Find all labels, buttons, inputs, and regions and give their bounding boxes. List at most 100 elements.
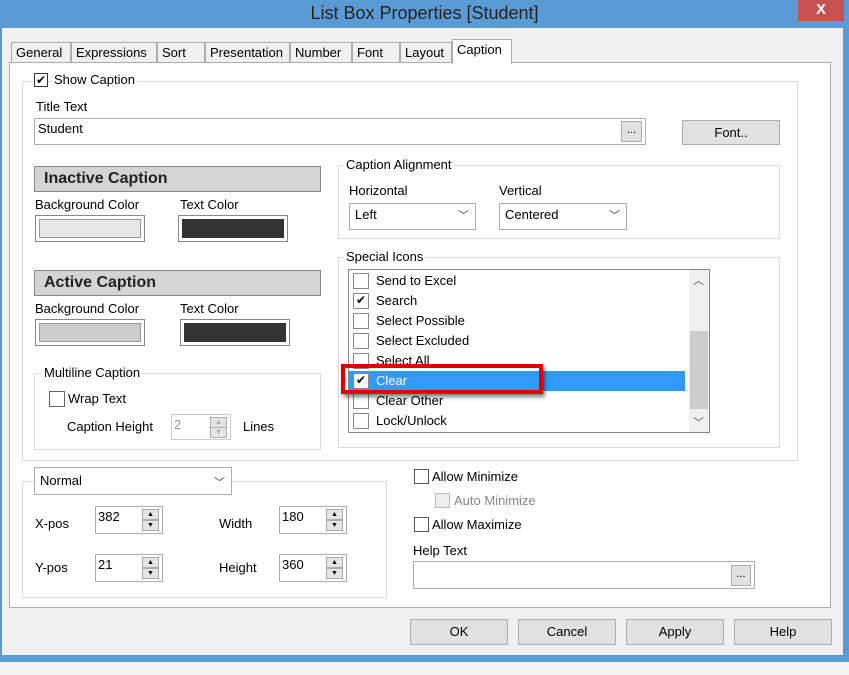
vertical-select[interactable]: Centered ﹀ [499,203,627,230]
caption-alignment-legend: Caption Alignment [344,157,454,172]
tab-general[interactable]: General [11,42,71,63]
active-text-color-button[interactable] [180,319,290,346]
tab-presentation[interactable]: Presentation [205,42,290,63]
xpos-label: X-pos [35,516,69,531]
wrap-text-label: Wrap Text [68,391,127,406]
scroll-down-icon[interactable]: ﹀ [693,414,704,430]
list-item[interactable]: Lock/Unlock [349,411,685,431]
auto-minimize-label: Auto Minimize [454,493,536,508]
spin-up-icon[interactable]: ▲ [326,557,343,568]
caption-height-value: 2 [174,417,182,432]
scrollbar[interactable]: ︿ ﹀ [689,270,709,432]
item-label: Search [376,293,418,308]
tab-layout[interactable]: Layout [400,42,452,63]
tab-number[interactable]: Number [290,42,352,63]
scroll-up-icon[interactable]: ︿ [693,272,704,288]
caption-tab-panel: ✔ Show Caption Title Text Student ... Fo… [9,62,831,608]
checkbox[interactable]: ✔ [353,293,369,309]
checkbox[interactable] [353,313,369,329]
height-label: Height [219,560,257,575]
xpos-spinner[interactable]: 382 ▲ ▼ [95,506,163,534]
position-mode-select[interactable]: Normal ﹀ [34,467,232,495]
tab-font[interactable]: Font [352,42,400,63]
inactive-text-color-button[interactable] [178,215,288,242]
width-label: Width [219,516,253,531]
checkbox[interactable] [353,333,369,349]
chevron-down-icon: ﹀ [609,210,620,222]
special-icons-list[interactable]: Send to Excel ✔ Search Select Possible Se… [348,269,710,433]
checkbox[interactable] [353,273,369,289]
checkbox[interactable] [353,393,369,409]
list-item[interactable]: Select Possible [349,311,685,331]
highlight-annotation [341,364,543,394]
list-item[interactable]: Clear Other [349,391,685,411]
spin-down-icon[interactable]: ▼ [142,568,159,579]
list-item[interactable]: Select Excluded [349,331,685,351]
allow-minimize-label: Allow Minimize [432,469,518,484]
caption-height-label: Caption Height [67,419,153,434]
title-ellipsis-button[interactable]: ... [621,121,642,142]
scrollbar-thumb[interactable] [690,331,708,409]
allow-maximize-label: Allow Maximize [432,517,522,532]
title-text-label: Title Text [36,99,88,114]
allow-minimize-checkbox[interactable] [414,469,429,484]
ypos-spinner[interactable]: 21 ▲ ▼ [95,554,163,582]
list-item[interactable]: Send to Excel [349,271,685,291]
spin-up-icon[interactable]: ▲ [326,509,343,520]
chevron-down-icon: ﹀ [214,477,225,489]
spin-down-icon[interactable]: ▼ [210,427,227,438]
help-text-label: Help Text [413,543,467,558]
vertical-value: Centered [505,207,559,222]
cancel-button[interactable]: Cancel [518,619,616,645]
item-label: Clear Other [376,393,444,408]
help-text-input[interactable] [413,561,755,589]
item-label: Select Possible [376,313,465,328]
active-caption-heading: Active Caption [34,270,321,296]
spin-up-icon[interactable]: ▲ [142,509,159,520]
spin-down-icon[interactable]: ▼ [326,520,343,531]
horizontal-value: Left [355,207,377,222]
help-ellipsis-button[interactable]: ... [731,565,751,586]
show-caption-label: Show Caption [52,72,137,87]
chevron-down-icon: ﹀ [458,210,469,222]
ok-button[interactable]: OK [410,619,508,645]
inactive-caption-heading: Inactive Caption [34,166,321,192]
title-text-value: Student [38,121,83,136]
checkbox[interactable] [353,413,369,429]
window-title: List Box Properties [Student] [310,3,539,23]
tab-sort[interactable]: Sort [157,42,205,63]
width-spinner[interactable]: 180 ▲ ▼ [279,506,347,534]
vertical-label: Vertical [499,183,542,198]
inactive-text-label: Text Color [180,197,239,212]
font-button[interactable]: Font.. [682,120,780,145]
list-item[interactable]: ✔ Search [349,291,685,311]
width-value: 180 [282,509,304,524]
caption-height-spinner[interactable]: 2 ▲ ▼ [171,414,231,440]
active-text-label: Text Color [180,301,239,316]
active-bg-color-button[interactable] [35,319,145,346]
height-spinner[interactable]: 360 ▲ ▼ [279,554,347,582]
multiline-caption-legend: Multiline Caption [42,365,143,380]
close-button[interactable]: X [798,0,844,21]
spin-down-icon[interactable]: ▼ [326,568,343,579]
show-caption-checkbox[interactable]: ✔ [34,73,48,87]
tab-caption[interactable]: Caption [452,39,512,64]
ypos-label: Y-pos [35,560,68,575]
xpos-value: 382 [98,509,120,524]
auto-minimize-checkbox[interactable] [435,493,450,508]
item-label: Lock/Unlock [376,413,447,428]
horizontal-label: Horizontal [349,183,408,198]
inactive-bg-color-button[interactable] [35,215,145,242]
position-mode-value: Normal [40,473,82,488]
allow-maximize-checkbox[interactable] [414,517,429,532]
spin-down-icon[interactable]: ▼ [142,520,159,531]
title-text-input[interactable]: Student [34,118,646,145]
tab-expressions[interactable]: Expressions [71,42,157,63]
help-button[interactable]: Help [734,619,832,645]
apply-button[interactable]: Apply [626,619,724,645]
wrap-text-checkbox[interactable] [49,391,65,407]
ypos-value: 21 [98,557,113,572]
active-bg-label: Background Color [35,301,140,316]
horizontal-select[interactable]: Left ﹀ [349,203,476,230]
spin-up-icon[interactable]: ▲ [142,557,159,568]
